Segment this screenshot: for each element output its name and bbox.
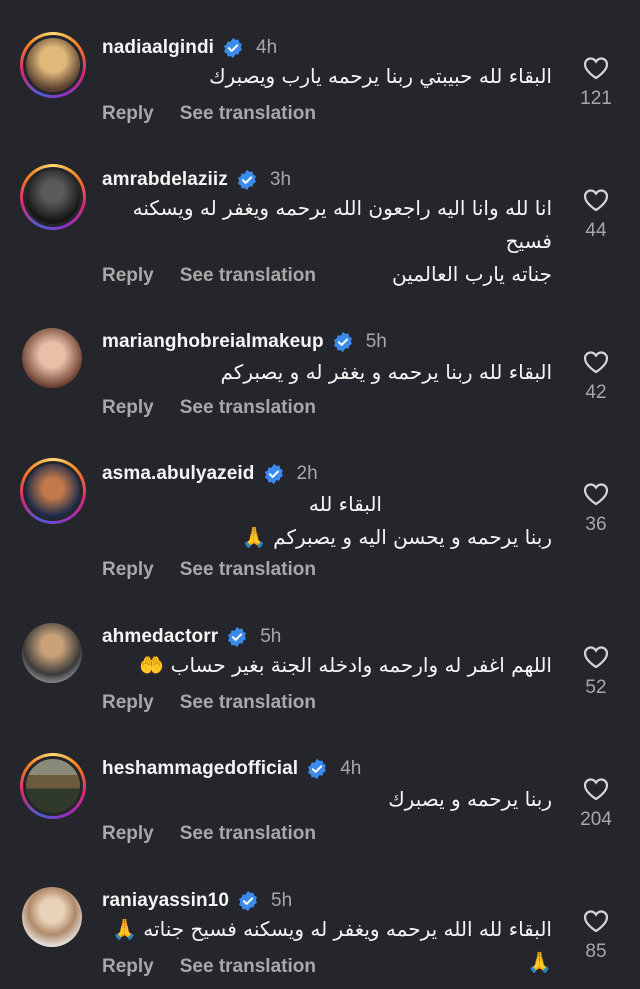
see-translation-button[interactable]: See translation	[180, 692, 316, 714]
timestamp: 5h	[260, 626, 282, 647]
like-count: 121	[580, 88, 612, 109]
like-count: 85	[585, 941, 607, 962]
avatar-story-ring[interactable]	[20, 753, 86, 819]
heart-icon[interactable]	[583, 350, 609, 374]
reply-button[interactable]: Reply	[102, 265, 154, 287]
like-count: 42	[585, 382, 607, 403]
avatar[interactable]	[26, 38, 80, 92]
avatar-frame[interactable]	[20, 885, 86, 951]
reply-button[interactable]: Reply	[102, 692, 154, 714]
username[interactable]: asma.abulyazeid	[102, 463, 255, 485]
reply-button[interactable]: Reply	[102, 397, 154, 419]
verified-badge-icon	[264, 463, 283, 485]
verified-badge-icon	[237, 169, 256, 191]
timestamp: 4h	[340, 758, 362, 779]
heart-icon[interactable]	[583, 909, 609, 933]
avatar-story-ring[interactable]	[20, 164, 86, 230]
avatar-story-ring[interactable]	[20, 458, 86, 524]
comments-list: nadiaalgindi 4h البقاء لله حبيبتي ربنا ي…	[0, 0, 640, 989]
verified-badge-icon	[239, 890, 257, 912]
heart-icon[interactable]	[583, 482, 609, 506]
timestamp: 3h	[269, 169, 292, 190]
comment-line: البقاء لله ربنا يرحمه و يغفر له و يصبركم	[220, 360, 552, 384]
comment-line: اللهم اغفر له وارحمه وادخله الجنة بغير ح…	[139, 653, 552, 677]
username[interactable]: nadiaalgindi	[102, 37, 214, 59]
like-count: 52	[585, 677, 607, 698]
avatar[interactable]	[22, 328, 82, 388]
avatar[interactable]	[26, 759, 80, 813]
comment-text: اللهم اغفر له وارحمه وادخله الجنة بغير ح…	[92, 649, 552, 682]
comment-line: البقاء لله حبيبتي ربنا يرحمه يارب ويصبرك	[209, 64, 552, 88]
reply-button[interactable]: Reply	[102, 559, 154, 581]
see-translation-button[interactable]: See translation	[180, 103, 316, 125]
comment-text: ربنا يرحمه و يصبرك	[92, 783, 552, 816]
comment-text: البقاء لله حبيبتي ربنا يرحمه يارب ويصبرك	[92, 60, 552, 93]
verified-badge-icon	[224, 37, 243, 59]
see-translation-button[interactable]: See translation	[180, 397, 316, 419]
reply-button[interactable]: Reply	[102, 823, 154, 845]
avatar[interactable]	[22, 887, 82, 947]
timestamp: 5h	[271, 890, 293, 911]
like-count: 36	[585, 514, 607, 535]
see-translation-button[interactable]: See translation	[180, 559, 316, 581]
like-count: 204	[580, 809, 612, 830]
avatar-story-ring[interactable]	[20, 32, 86, 98]
heart-icon[interactable]	[583, 56, 609, 80]
avatar-frame[interactable]	[20, 326, 86, 392]
avatar[interactable]	[22, 623, 82, 683]
heart-icon[interactable]	[583, 645, 609, 669]
comment-line: البقاء لله	[308, 492, 382, 516]
avatar[interactable]	[26, 170, 80, 224]
username[interactable]: marianghobreialmakeup	[102, 331, 324, 353]
username[interactable]: amrabdelaziiz	[102, 169, 228, 191]
username[interactable]: raniayassin10	[102, 890, 229, 912]
see-translation-button[interactable]: See translation	[180, 823, 316, 845]
like-count: 44	[585, 220, 607, 241]
see-translation-button[interactable]: See translation	[180, 265, 316, 287]
timestamp: 5h	[365, 331, 387, 352]
comment-text: البقاء لله ربنا يرحمه و يغفر له و يصبركم	[92, 356, 552, 389]
username[interactable]: heshammagedofficial	[102, 758, 298, 780]
reply-button[interactable]: Reply	[102, 103, 154, 125]
heart-icon[interactable]	[583, 777, 609, 801]
heart-icon[interactable]	[583, 188, 609, 212]
username[interactable]: ahmedactorr	[102, 626, 218, 648]
comment-text: البقاء لله ربنا يرحمه و يحسن اليه و يصبر…	[92, 488, 552, 554]
avatar-frame[interactable]	[20, 621, 86, 687]
comment-line: انا لله وانا اليه راجعون الله يرحمه ويغف…	[132, 196, 552, 253]
verified-badge-icon	[308, 758, 327, 780]
avatar[interactable]	[26, 464, 80, 518]
timestamp: 4h	[256, 37, 278, 58]
comment-line: ربنا يرحمه و يصبرك	[388, 787, 552, 811]
verified-badge-icon	[333, 331, 352, 353]
verified-badge-icon	[228, 626, 247, 648]
comment-line: ربنا يرحمه و يحسن اليه و يصبركم 🙏	[241, 525, 552, 549]
reply-button[interactable]: Reply	[102, 956, 154, 978]
see-translation-button[interactable]: See translation	[180, 956, 316, 978]
timestamp: 2h	[296, 463, 318, 484]
